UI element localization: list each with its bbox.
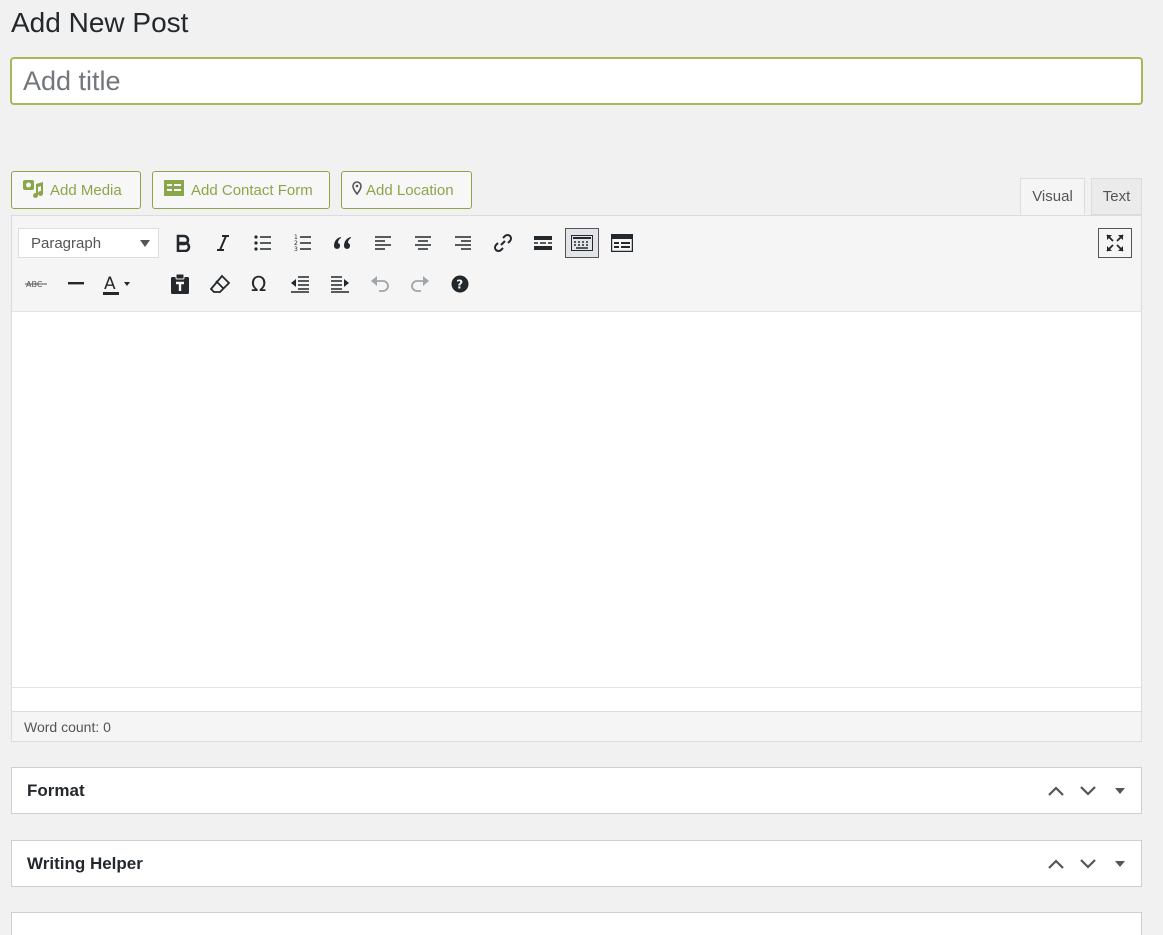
special-character-button[interactable]: Ω <box>245 269 275 299</box>
chevron-up-icon <box>1048 786 1064 796</box>
form-icon <box>163 179 185 201</box>
align-center-icon <box>415 236 431 250</box>
metabox-title: Format <box>27 780 85 800</box>
add-contact-form-label: Add Contact Form <box>191 181 313 199</box>
bold-button[interactable] <box>168 228 198 258</box>
move-down-button[interactable] <box>1077 853 1099 875</box>
caret-down-icon <box>1115 788 1125 794</box>
contact-form-toolbar-button[interactable] <box>607 228 637 258</box>
chevron-down-icon <box>1080 859 1096 869</box>
align-right-icon <box>455 236 471 250</box>
chevron-down-icon <box>1080 786 1096 796</box>
metabox-writing-helper: Writing Helper <box>11 840 1142 887</box>
bullet-list-icon <box>254 235 271 251</box>
editor-content-area[interactable] <box>12 312 1141 687</box>
add-media-button[interactable]: Add Media <box>11 171 141 209</box>
bold-icon <box>176 234 191 252</box>
read-more-button[interactable] <box>528 228 558 258</box>
format-select[interactable]: Paragraph <box>18 228 159 258</box>
help-icon: ? <box>451 275 469 293</box>
editor-statusbar: Word count: 0 <box>12 711 1141 741</box>
tab-visual-label: Visual <box>1032 188 1073 205</box>
strikethrough-button[interactable]: ABC <box>21 269 51 299</box>
add-media-label: Add Media <box>50 181 122 199</box>
horizontal-line-button[interactable] <box>61 269 91 299</box>
move-up-button[interactable] <box>1045 853 1067 875</box>
metabox-format: Format <box>11 767 1142 814</box>
paste-text-icon <box>171 274 189 294</box>
indent-icon <box>331 276 349 293</box>
post-title-input[interactable] <box>10 57 1143 105</box>
editor: Paragraph 123 ABC A Ω ? Word count: 0 <box>11 215 1142 742</box>
svg-text:Ω: Ω <box>251 274 266 294</box>
chevron-up-icon <box>1048 859 1064 869</box>
text-color-button[interactable]: A <box>101 269 131 299</box>
redo-button[interactable] <box>405 269 435 299</box>
form-icon <box>611 234 633 252</box>
tab-text[interactable]: Text <box>1091 178 1142 215</box>
align-left-button[interactable] <box>368 228 398 258</box>
add-location-label: Add Location <box>366 181 454 199</box>
add-contact-form-button[interactable]: Add Contact Form <box>152 171 330 209</box>
fullscreen-button[interactable] <box>1098 228 1132 258</box>
indent-button[interactable] <box>325 269 355 299</box>
read-more-icon <box>534 236 552 250</box>
link-icon <box>493 233 513 253</box>
toolbar-toggle-icon <box>571 235 593 251</box>
page-title: Add New Post <box>11 7 189 38</box>
clear-formatting-icon <box>210 274 230 293</box>
move-down-button[interactable] <box>1077 780 1099 802</box>
tab-visual[interactable]: Visual <box>1020 178 1085 215</box>
paste-text-button[interactable] <box>165 269 195 299</box>
bullet-list-button[interactable] <box>248 228 278 258</box>
special-character-icon: Ω <box>251 274 266 294</box>
align-center-button[interactable] <box>408 228 438 258</box>
location-pin-icon <box>352 181 362 199</box>
align-right-button[interactable] <box>448 228 478 258</box>
metabox-partial <box>11 912 1142 935</box>
move-up-button[interactable] <box>1045 780 1067 802</box>
horizontal-line-icon <box>68 282 84 285</box>
numbered-list-button[interactable]: 123 <box>288 228 318 258</box>
clear-formatting-button[interactable] <box>205 269 235 299</box>
link-button[interactable] <box>488 228 518 258</box>
tab-text-label: Text <box>1102 188 1131 205</box>
undo-button[interactable] <box>365 269 395 299</box>
outdent-button[interactable] <box>285 269 315 299</box>
redo-icon <box>411 276 429 292</box>
format-select-value: Paragraph <box>31 234 102 252</box>
italic-button[interactable] <box>208 228 238 258</box>
word-count: Word count: 0 <box>24 718 111 735</box>
fullscreen-icon <box>1106 234 1124 252</box>
strikethrough-icon: ABC <box>25 280 47 289</box>
editor-resize-area <box>12 687 1141 713</box>
svg-text:A: A <box>104 274 116 294</box>
toggle-panel-button[interactable] <box>1109 780 1131 802</box>
blockquote-icon <box>334 237 351 249</box>
italic-icon <box>217 235 229 251</box>
numbered-list-icon: 123 <box>294 234 311 252</box>
media-icon <box>22 178 44 202</box>
blockquote-button[interactable] <box>328 228 358 258</box>
toolbar-toggle-button[interactable] <box>565 228 599 258</box>
undo-icon <box>371 276 389 292</box>
outdent-icon <box>291 276 309 293</box>
caret-down-icon <box>1115 861 1125 867</box>
help-button[interactable]: ? <box>445 269 475 299</box>
svg-text:3: 3 <box>294 246 298 252</box>
add-location-button[interactable]: Add Location <box>341 171 472 209</box>
toggle-panel-button[interactable] <box>1109 853 1131 875</box>
chevron-down-icon <box>140 240 150 247</box>
svg-text:?: ? <box>456 278 463 292</box>
metabox-title: Writing Helper <box>27 853 143 873</box>
editor-toolbar: Paragraph 123 ABC A Ω ? <box>12 216 1141 312</box>
text-color-icon: A <box>103 274 130 295</box>
align-left-icon <box>375 236 391 250</box>
